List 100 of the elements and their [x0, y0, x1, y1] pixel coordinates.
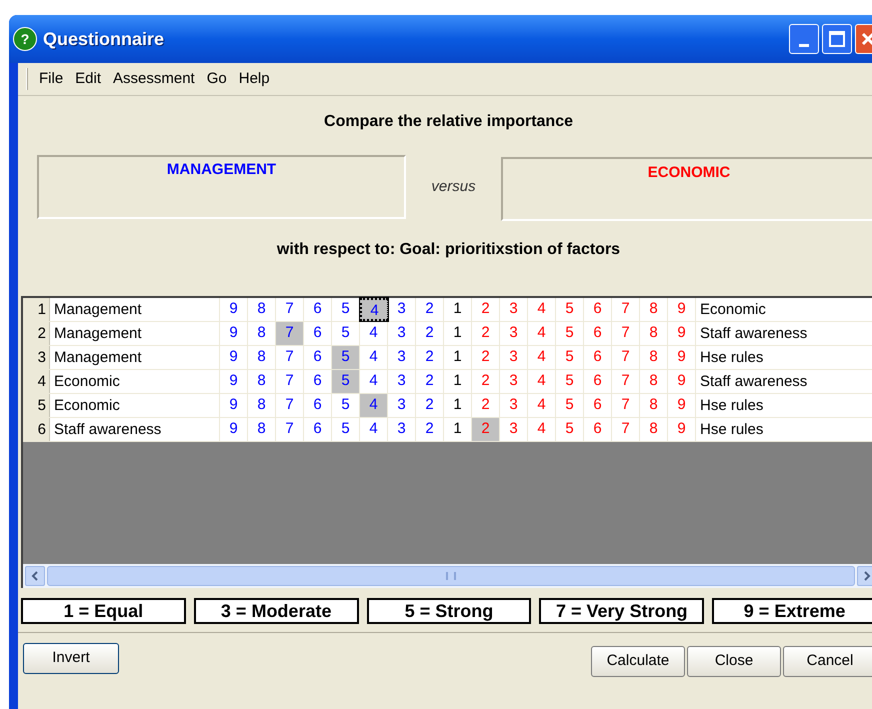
- menu-item[interactable]: File: [38, 68, 64, 90]
- scale-cell[interactable]: 3: [388, 370, 416, 393]
- scale-cell[interactable]: 9: [220, 322, 248, 345]
- scale-cell[interactable]: 4: [528, 346, 556, 369]
- scroll-right-icon[interactable]: [857, 566, 872, 586]
- scale-cell[interactable]: 6: [584, 298, 612, 321]
- scale-cell[interactable]: 3: [500, 418, 528, 441]
- scale-cell[interactable]: 4: [360, 322, 388, 345]
- scale-cell[interactable]: 3: [388, 322, 416, 345]
- invert-button[interactable]: Invert: [23, 643, 119, 674]
- scale-cell[interactable]: 8: [248, 418, 276, 441]
- scale-cell[interactable]: 5: [556, 298, 584, 321]
- minimize-button[interactable]: [789, 24, 819, 54]
- scale-cell[interactable]: 8: [640, 394, 668, 417]
- scale-cell[interactable]: 1: [444, 298, 472, 321]
- scale-cell[interactable]: 6: [584, 370, 612, 393]
- scale-cell[interactable]: 8: [640, 370, 668, 393]
- menu-item[interactable]: Help: [238, 68, 271, 90]
- scale-cell[interactable]: 2: [472, 322, 500, 345]
- scale-cell[interactable]: 7: [276, 418, 304, 441]
- scale-cell[interactable]: 5: [556, 346, 584, 369]
- scale-cell[interactable]: 1: [444, 322, 472, 345]
- scale-cell[interactable]: 7: [276, 394, 304, 417]
- scale-cell[interactable]: 5: [332, 346, 360, 369]
- scale-cell[interactable]: 9: [668, 346, 696, 369]
- scale-cell[interactable]: 7: [612, 322, 640, 345]
- scale-cell[interactable]: 7: [276, 346, 304, 369]
- scale-cell[interactable]: 2: [472, 394, 500, 417]
- scale-cell[interactable]: 5: [556, 322, 584, 345]
- scale-cell[interactable]: 3: [500, 346, 528, 369]
- scale-cell[interactable]: 7: [612, 298, 640, 321]
- scale-cell[interactable]: 3: [500, 370, 528, 393]
- scale-cell[interactable]: 9: [668, 322, 696, 345]
- scale-cell[interactable]: 4: [360, 346, 388, 369]
- scale-cell[interactable]: 4: [528, 322, 556, 345]
- scale-cell[interactable]: 1: [444, 346, 472, 369]
- scale-cell[interactable]: 4: [360, 298, 388, 321]
- scale-cell[interactable]: 9: [668, 418, 696, 441]
- scale-cell[interactable]: 8: [248, 370, 276, 393]
- scale-cell[interactable]: 4: [360, 394, 388, 417]
- scale-cell[interactable]: 3: [500, 298, 528, 321]
- scale-cell[interactable]: 9: [220, 394, 248, 417]
- scale-cell[interactable]: 2: [416, 346, 444, 369]
- scale-cell[interactable]: 7: [612, 394, 640, 417]
- scale-cell[interactable]: 8: [248, 298, 276, 321]
- scale-cell[interactable]: 9: [220, 370, 248, 393]
- dialog-button[interactable]: Cancel: [783, 646, 872, 677]
- scale-cell[interactable]: 1: [444, 394, 472, 417]
- scale-cell[interactable]: 6: [304, 322, 332, 345]
- scale-cell[interactable]: 5: [332, 418, 360, 441]
- menu-item[interactable]: Edit: [74, 68, 102, 90]
- scale-cell[interactable]: 6: [304, 418, 332, 441]
- scale-cell[interactable]: 2: [416, 322, 444, 345]
- scale-cell[interactable]: 6: [584, 346, 612, 369]
- scale-cell[interactable]: 6: [584, 418, 612, 441]
- scale-cell[interactable]: 2: [472, 346, 500, 369]
- scale-cell[interactable]: 7: [612, 346, 640, 369]
- scale-cell[interactable]: 9: [220, 346, 248, 369]
- scale-cell[interactable]: 4: [528, 298, 556, 321]
- scale-cell[interactable]: 2: [472, 298, 500, 321]
- scale-cell[interactable]: 6: [304, 394, 332, 417]
- dialog-button[interactable]: Close: [687, 646, 781, 677]
- scale-cell[interactable]: 2: [416, 298, 444, 321]
- scale-cell[interactable]: 8: [248, 346, 276, 369]
- scale-cell[interactable]: 1: [444, 370, 472, 393]
- scale-cell[interactable]: 5: [332, 322, 360, 345]
- menu-item[interactable]: Assessment: [112, 68, 196, 90]
- scale-cell[interactable]: 9: [220, 298, 248, 321]
- scale-cell[interactable]: 4: [528, 418, 556, 441]
- menu-item[interactable]: Go: [206, 68, 228, 90]
- scale-cell[interactable]: 3: [388, 418, 416, 441]
- scroll-thumb[interactable]: [47, 566, 855, 586]
- scale-cell[interactable]: 9: [668, 394, 696, 417]
- scale-cell[interactable]: 3: [388, 394, 416, 417]
- scale-cell[interactable]: 5: [332, 370, 360, 393]
- scale-cell[interactable]: 2: [416, 394, 444, 417]
- scale-cell[interactable]: 4: [528, 394, 556, 417]
- scale-cell[interactable]: 6: [584, 322, 612, 345]
- scale-cell[interactable]: 9: [668, 298, 696, 321]
- scroll-left-icon[interactable]: [25, 566, 45, 586]
- scale-cell[interactable]: 5: [556, 418, 584, 441]
- scale-cell[interactable]: 7: [612, 370, 640, 393]
- scale-cell[interactable]: 5: [556, 370, 584, 393]
- dialog-button[interactable]: Calculate: [591, 646, 685, 677]
- scale-cell[interactable]: 7: [612, 418, 640, 441]
- scale-cell[interactable]: 2: [472, 370, 500, 393]
- scale-cell[interactable]: 8: [640, 298, 668, 321]
- scale-cell[interactable]: 7: [276, 322, 304, 345]
- scale-cell[interactable]: 9: [220, 418, 248, 441]
- maximize-button[interactable]: [822, 24, 852, 54]
- scale-cell[interactable]: 3: [500, 394, 528, 417]
- scale-cell[interactable]: 8: [640, 322, 668, 345]
- scale-cell[interactable]: 4: [360, 370, 388, 393]
- scale-cell[interactable]: 8: [248, 394, 276, 417]
- scale-cell[interactable]: 3: [500, 322, 528, 345]
- scale-cell[interactable]: 2: [416, 370, 444, 393]
- scale-cell[interactable]: 2: [416, 418, 444, 441]
- scale-cell[interactable]: 9: [668, 370, 696, 393]
- scale-cell[interactable]: 7: [276, 298, 304, 321]
- horizontal-scrollbar[interactable]: [23, 564, 872, 588]
